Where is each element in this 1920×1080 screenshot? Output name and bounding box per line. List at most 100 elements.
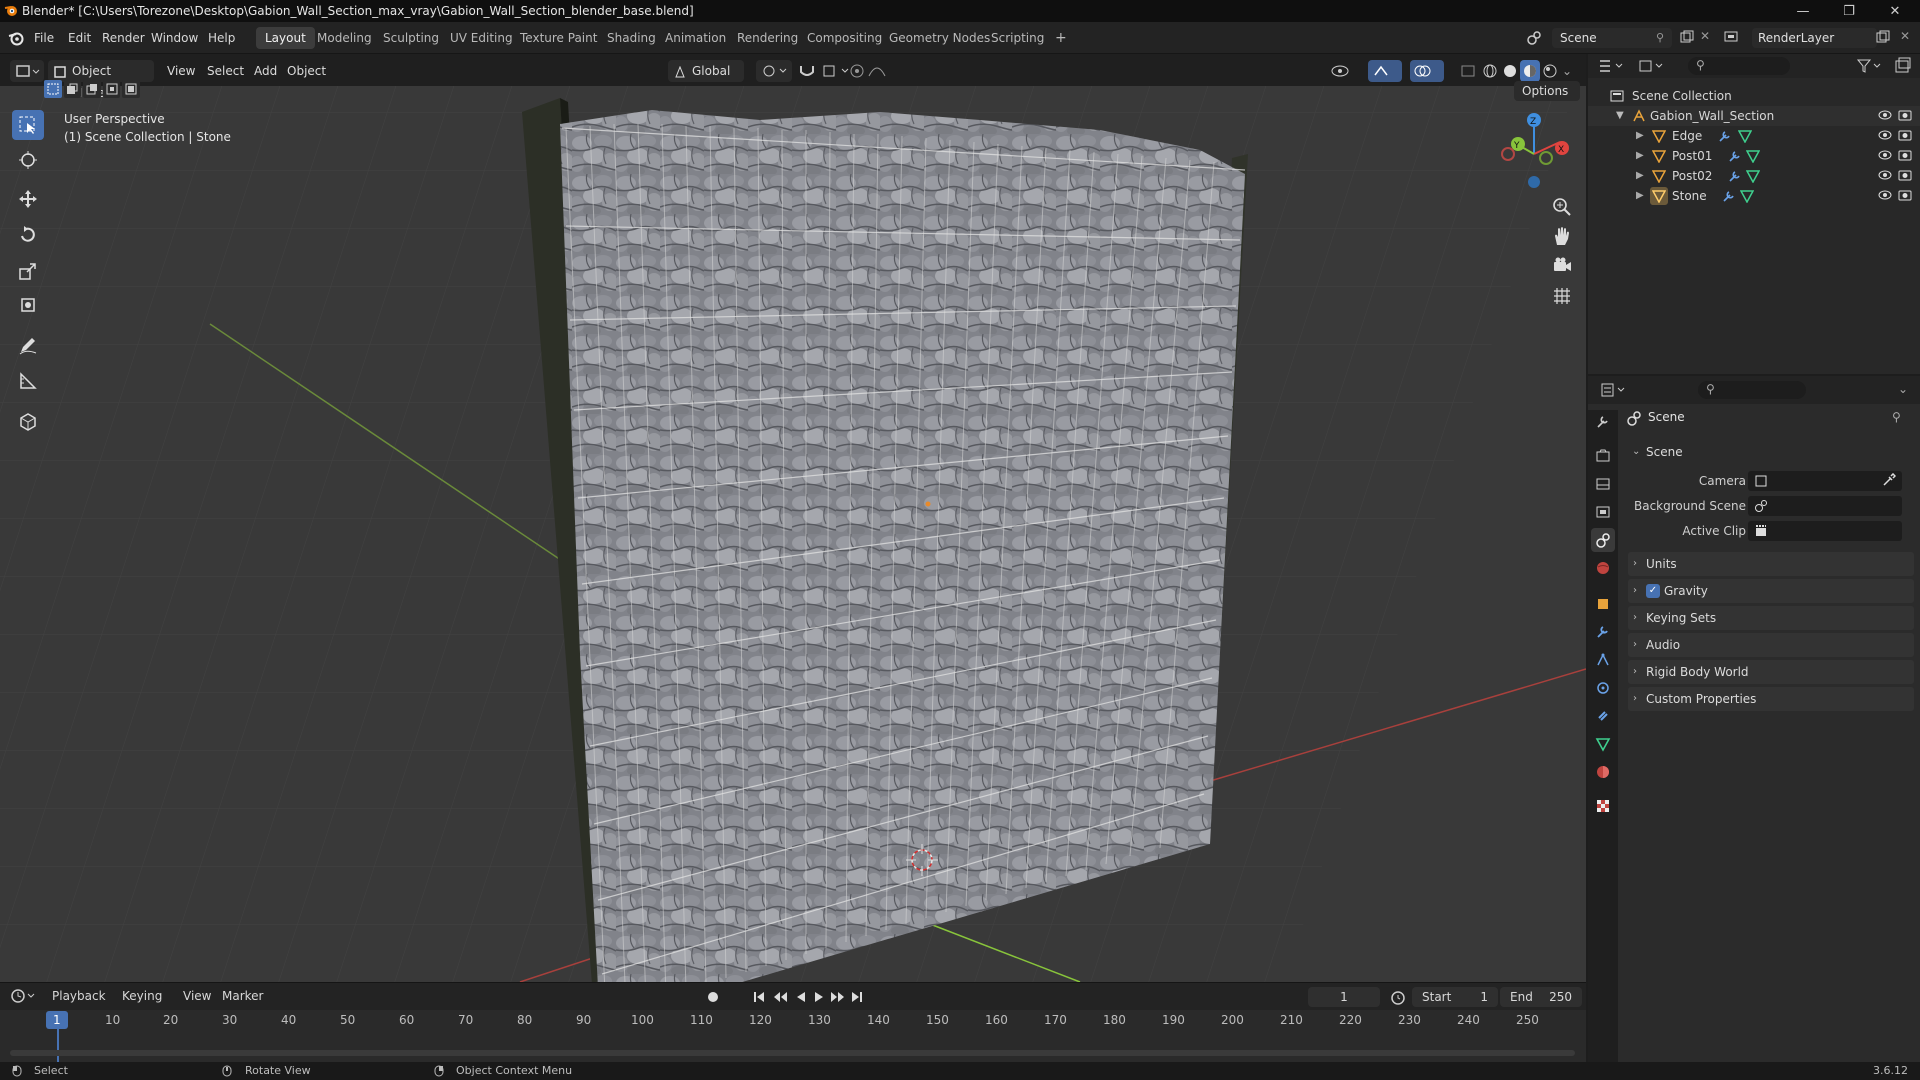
delete-scene-icon[interactable]: ✕ bbox=[1700, 29, 1710, 43]
material-shading-icon[interactable] bbox=[1520, 60, 1540, 82]
expand-arrow-icon[interactable]: ▶ bbox=[1636, 166, 1644, 186]
menu-edit[interactable]: Edit bbox=[68, 22, 91, 54]
move-tool[interactable] bbox=[12, 184, 44, 214]
render-layer-field[interactable]: RenderLayer bbox=[1752, 28, 1877, 48]
tab-material[interactable] bbox=[1591, 760, 1615, 784]
select-extend-icon[interactable] bbox=[63, 80, 82, 98]
select-subtract-icon[interactable] bbox=[83, 80, 101, 98]
tab-render[interactable] bbox=[1591, 444, 1615, 468]
tab-view-layer[interactable] bbox=[1591, 500, 1615, 524]
new-scene-icon[interactable] bbox=[1680, 30, 1694, 44]
close-button[interactable]: ✕ bbox=[1872, 0, 1918, 22]
new-collection-icon[interactable] bbox=[1894, 57, 1912, 75]
tab-tool[interactable] bbox=[1591, 410, 1615, 434]
next-keyframe-icon[interactable] bbox=[830, 990, 846, 1004]
expand-arrow-icon[interactable]: ▶ bbox=[1636, 146, 1644, 166]
filter-icon[interactable] bbox=[1856, 58, 1886, 74]
add-cube-tool[interactable] bbox=[12, 406, 44, 436]
tab-texture[interactable] bbox=[1591, 794, 1615, 818]
properties-options-icon[interactable]: ⌄ bbox=[1898, 382, 1908, 396]
pan-hand-icon[interactable] bbox=[1551, 225, 1573, 247]
visibility-eye-icon[interactable] bbox=[1878, 108, 1892, 122]
tab-uv-editing[interactable]: UV Editing bbox=[441, 27, 522, 49]
panel-audio-header[interactable]: › Audio bbox=[1628, 633, 1914, 657]
select-intersect-icon[interactable] bbox=[122, 80, 140, 98]
tab-compositing[interactable]: Compositing bbox=[798, 27, 891, 49]
tab-scripting[interactable]: Scripting bbox=[982, 27, 1053, 49]
render-camera-icon[interactable] bbox=[1898, 148, 1912, 162]
outliner-search-input[interactable]: ⚲ bbox=[1688, 57, 1790, 75]
tab-world[interactable] bbox=[1591, 556, 1615, 580]
menu-help[interactable]: Help bbox=[208, 22, 235, 54]
visibility-toggle-icon[interactable] bbox=[1328, 60, 1362, 82]
solid-shading-icon[interactable] bbox=[1500, 60, 1520, 82]
jump-end-icon[interactable] bbox=[850, 990, 864, 1004]
falloff-icon[interactable] bbox=[866, 60, 888, 82]
panel-keying-sets-header[interactable]: › Keying Sets bbox=[1628, 606, 1914, 630]
annotate-tool[interactable] bbox=[12, 330, 44, 360]
tab-constraints[interactable] bbox=[1591, 704, 1615, 728]
expand-arrow-icon[interactable]: ▶ bbox=[1636, 186, 1644, 206]
editor-type-icon[interactable] bbox=[10, 60, 44, 82]
outliner-row-post02[interactable]: ▶ Post02 bbox=[1588, 166, 1920, 186]
render-camera-icon[interactable] bbox=[1898, 188, 1912, 202]
background-scene-field[interactable] bbox=[1748, 496, 1902, 516]
tab-shading[interactable]: Shading bbox=[598, 27, 665, 49]
proportional-edit-icon[interactable] bbox=[846, 60, 868, 82]
outliner-row-post01[interactable]: ▶ Post01 bbox=[1588, 146, 1920, 166]
tab-data[interactable] bbox=[1591, 732, 1615, 756]
maximize-button[interactable]: ❐ bbox=[1826, 0, 1872, 22]
outliner-row-stone[interactable]: ▶ Stone bbox=[1588, 186, 1920, 206]
minimize-button[interactable]: — bbox=[1780, 0, 1826, 22]
menu-render[interactable]: Render bbox=[102, 22, 145, 54]
tab-particles[interactable] bbox=[1591, 648, 1615, 672]
tab-object[interactable] bbox=[1591, 592, 1615, 616]
snap-icon[interactable] bbox=[796, 60, 818, 82]
play-icon[interactable] bbox=[812, 990, 826, 1004]
select-new-icon[interactable] bbox=[44, 80, 62, 98]
tab-physics[interactable] bbox=[1591, 676, 1615, 700]
jump-start-icon[interactable] bbox=[752, 990, 766, 1004]
panel-gravity-header[interactable]: › ✓ Gravity bbox=[1628, 579, 1914, 603]
zoom-icon[interactable] bbox=[1551, 196, 1573, 218]
cursor-tool[interactable] bbox=[12, 145, 44, 175]
tab-layout[interactable]: Layout bbox=[256, 27, 315, 49]
outliner-row-edge[interactable]: ▶ Edge bbox=[1588, 126, 1920, 146]
shading-dropdown-icon[interactable]: ⌄ bbox=[1562, 60, 1578, 82]
visibility-eye-icon[interactable] bbox=[1878, 128, 1892, 142]
panel-custom-properties-header[interactable]: › Custom Properties bbox=[1628, 687, 1914, 711]
gravity-checkbox[interactable]: ✓ bbox=[1646, 584, 1660, 598]
visibility-eye-icon[interactable] bbox=[1878, 168, 1892, 182]
navigation-gizmo[interactable]: Z Y X bbox=[1490, 108, 1580, 198]
visibility-eye-icon[interactable] bbox=[1878, 148, 1892, 162]
timeline-scrollbar[interactable] bbox=[10, 1050, 1575, 1056]
eyedropper-icon[interactable] bbox=[1882, 473, 1896, 487]
tab-animation[interactable]: Animation bbox=[656, 27, 735, 49]
render-camera-icon[interactable] bbox=[1898, 108, 1912, 122]
timeline-editor-type-icon[interactable] bbox=[10, 987, 40, 1005]
properties-search-input[interactable]: ⚲ bbox=[1698, 381, 1806, 399]
play-reverse-icon[interactable] bbox=[794, 990, 808, 1004]
tab-output[interactable] bbox=[1591, 472, 1615, 496]
prev-keyframe-icon[interactable] bbox=[772, 990, 788, 1004]
select-box-tool[interactable] bbox=[12, 110, 44, 140]
expand-arrow-icon[interactable]: ▶ bbox=[1636, 126, 1644, 146]
tab-scene[interactable] bbox=[1591, 528, 1615, 552]
gizmo-toggle-icon[interactable] bbox=[1368, 60, 1402, 82]
tab-texture-paint[interactable]: Texture Paint bbox=[511, 27, 606, 49]
tab-rendering[interactable]: Rendering bbox=[728, 27, 807, 49]
options-dropdown[interactable]: Options bbox=[1514, 81, 1580, 101]
tab-modeling[interactable]: Modeling bbox=[308, 27, 381, 49]
outliner-row-scene-collection[interactable]: Scene Collection bbox=[1588, 86, 1920, 106]
camera-field[interactable] bbox=[1748, 471, 1902, 491]
ortho-grid-icon[interactable] bbox=[1551, 285, 1573, 307]
tab-modifiers[interactable] bbox=[1591, 620, 1615, 644]
render-camera-icon[interactable] bbox=[1898, 128, 1912, 142]
new-layer-icon[interactable] bbox=[1876, 30, 1890, 44]
scale-tool[interactable] bbox=[12, 256, 44, 286]
rotate-tool[interactable] bbox=[12, 220, 44, 250]
active-clip-field[interactable] bbox=[1748, 521, 1902, 541]
menu-marker[interactable]: Marker bbox=[222, 989, 263, 1003]
rendered-shading-icon[interactable] bbox=[1540, 60, 1560, 82]
outliner-editor-type-icon[interactable] bbox=[1598, 58, 1628, 74]
